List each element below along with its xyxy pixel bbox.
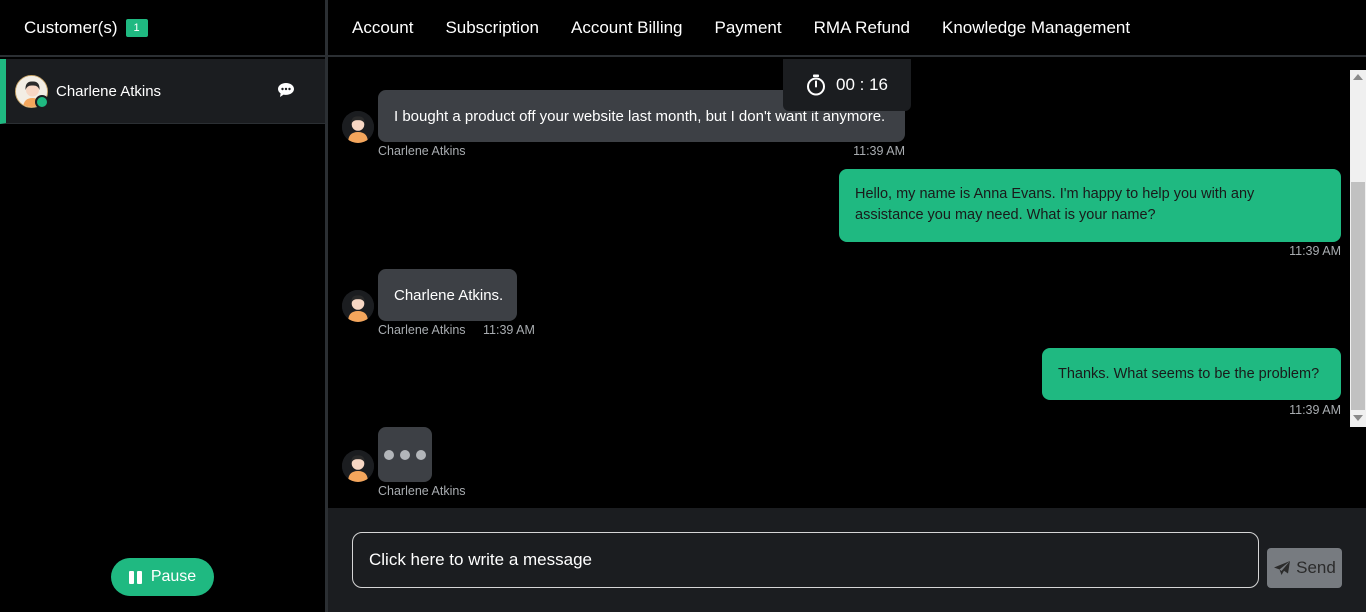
chat-bubble-icon[interactable]: [277, 82, 295, 98]
message-input[interactable]: Click here to write a message: [352, 532, 1259, 588]
customer-sidebar: Customer(s) 1 Charlene Atkins Pause: [0, 0, 325, 612]
paper-plane-icon: [1274, 561, 1291, 575]
pause-label: Pause: [150, 568, 197, 585]
customer-count-badge: 1: [125, 18, 148, 37]
nav-account-billing[interactable]: Account Billing: [571, 18, 683, 38]
message-time: 11:39 AM: [1289, 244, 1341, 258]
customer-message-avatar: [342, 450, 374, 482]
stopwatch-icon: [807, 74, 825, 96]
message-sender: Charlene Atkins: [378, 484, 466, 498]
message-input-placeholder: Click here to write a message: [369, 550, 592, 569]
customer-message-avatar: [342, 290, 374, 322]
message-sender: Charlene Atkins: [378, 323, 466, 337]
customer-name: Charlene Atkins: [56, 82, 162, 100]
message-time: 11:39 AM: [1289, 403, 1341, 417]
agent-message-bubble: Hello, my name is Anna Evans. I'm happy …: [839, 169, 1341, 242]
typing-indicator: [378, 427, 432, 482]
message-text: Charlene Atkins.: [394, 286, 504, 304]
top-navigation: Account Subscription Account Billing Pay…: [328, 0, 1366, 57]
chat-timer: 00 : 16: [783, 59, 911, 111]
scroll-up-arrow-icon[interactable]: [1353, 74, 1363, 80]
customer-message-bubble: Charlene Atkins.: [378, 269, 517, 321]
sidebar-header: Customer(s) 1: [0, 0, 325, 57]
nav-payment[interactable]: Payment: [715, 18, 782, 38]
message-sender: Charlene Atkins: [378, 144, 466, 158]
pause-button[interactable]: Pause: [111, 558, 214, 596]
online-status-dot: [35, 95, 49, 109]
message-text: Thanks. What seems to be the problem?: [1058, 365, 1320, 382]
message-time: 11:39 AM: [483, 323, 535, 337]
chat-transcript[interactable]: I bought a product off your website last…: [328, 59, 1366, 508]
customer-item-charlene-atkins[interactable]: Charlene Atkins: [0, 59, 325, 124]
customer-message-avatar: [342, 111, 374, 143]
nav-knowledge-management[interactable]: Knowledge Management: [942, 18, 1130, 38]
message-time: 11:39 AM: [853, 144, 905, 158]
agent-chat-app: Customer(s) 1 Charlene Atkins Pause Acco…: [0, 0, 1366, 612]
agent-message-bubble: Thanks. What seems to be the problem?: [1042, 348, 1341, 400]
pause-icon: [128, 570, 142, 584]
scroll-down-arrow-icon[interactable]: [1353, 415, 1363, 421]
message-text: Hello, my name is Anna Evans. I'm happy …: [855, 186, 1255, 223]
sidebar-title: Customer(s): [24, 17, 118, 37]
nav-subscription[interactable]: Subscription: [445, 18, 539, 38]
send-button[interactable]: Send: [1267, 548, 1342, 588]
send-label: Send: [1296, 558, 1336, 577]
nav-account[interactable]: Account: [352, 18, 413, 38]
chat-scrollbar-thumb[interactable]: [1351, 182, 1365, 410]
timer-value: 00 : 16: [836, 75, 888, 94]
nav-rma-refund[interactable]: RMA Refund: [814, 18, 910, 38]
